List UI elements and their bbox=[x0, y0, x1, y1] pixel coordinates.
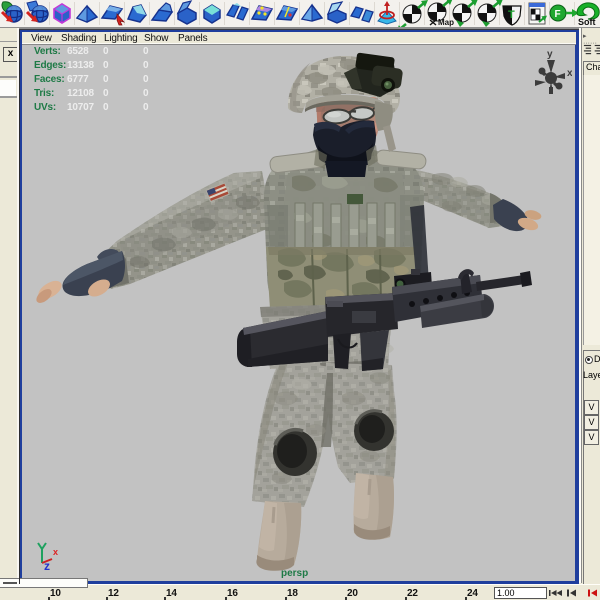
svg-text:Map: Map bbox=[438, 18, 454, 27]
svg-text:x: x bbox=[567, 68, 572, 79]
svg-text:T: T bbox=[508, 9, 515, 21]
svg-text:z: z bbox=[44, 559, 50, 571]
svg-text:y: y bbox=[547, 49, 553, 60]
svg-text:F: F bbox=[555, 9, 561, 20]
svg-text:x: x bbox=[53, 547, 58, 557]
svg-text:Soft: Soft bbox=[578, 17, 596, 27]
